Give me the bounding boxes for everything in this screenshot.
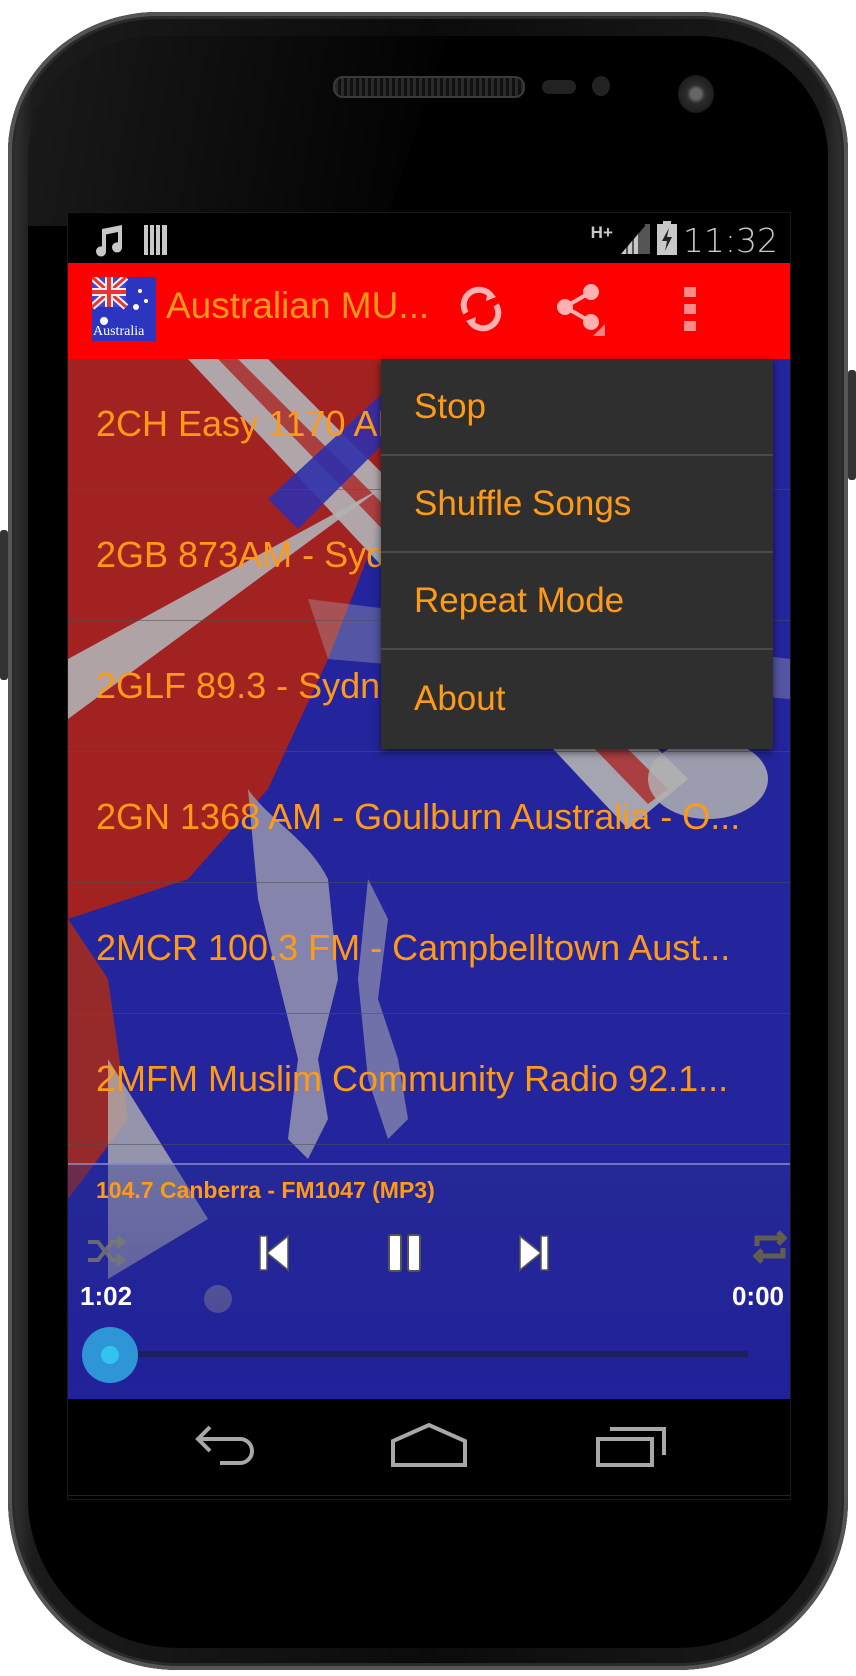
proximity-sensor bbox=[542, 80, 576, 94]
refresh-button[interactable] bbox=[451, 281, 511, 341]
station-item[interactable]: 2MFM Muslim Community Radio 92.1... bbox=[68, 1014, 790, 1145]
overflow-menu-button[interactable] bbox=[660, 281, 720, 341]
seek-bar-track[interactable] bbox=[138, 1351, 748, 1357]
light-sensor bbox=[592, 76, 610, 96]
music-note-icon bbox=[92, 223, 126, 262]
action-bar: Australia Australian MU... bbox=[68, 263, 790, 359]
previous-button[interactable] bbox=[252, 1233, 296, 1277]
menu-item-about[interactable]: About bbox=[381, 650, 773, 747]
play-pause-button[interactable] bbox=[381, 1231, 429, 1279]
share-button[interactable] bbox=[550, 281, 610, 341]
pause-icon bbox=[387, 1233, 423, 1278]
recent-apps-icon bbox=[596, 1423, 666, 1472]
battery-charging-icon bbox=[656, 221, 677, 260]
front-camera bbox=[678, 75, 714, 113]
menu-item-label: Stop bbox=[414, 386, 486, 426]
station-name: 2MFM Muslim Community Radio 92.1... bbox=[96, 1058, 729, 1099]
volume-button bbox=[0, 530, 8, 680]
barcode-icon bbox=[144, 223, 170, 262]
screen-glare bbox=[28, 36, 448, 226]
shuffle-button[interactable] bbox=[84, 1231, 128, 1275]
repeat-button[interactable] bbox=[750, 1227, 790, 1271]
back-button[interactable] bbox=[181, 1419, 271, 1475]
share-icon bbox=[553, 280, 607, 343]
device-screen: H+ 11:32 Australia Australian MU... 2CH … bbox=[67, 212, 791, 1500]
logo-caption: Australia bbox=[93, 324, 145, 339]
app-logo[interactable]: Australia bbox=[92, 277, 156, 341]
clock: 11:32 bbox=[682, 221, 778, 260]
menu-item-shuffle-songs[interactable]: Shuffle Songs bbox=[381, 456, 773, 553]
repeat-icon bbox=[751, 1229, 789, 1269]
menu-item-label: About bbox=[414, 678, 506, 718]
recent-apps-button[interactable] bbox=[586, 1419, 676, 1475]
more-vert-icon bbox=[683, 286, 697, 336]
back-icon bbox=[194, 1425, 258, 1470]
menu-item-stop[interactable]: Stop bbox=[381, 359, 773, 456]
skip-previous-icon bbox=[258, 1233, 290, 1277]
network-type: H+ bbox=[590, 223, 613, 242]
menu-item-label: Repeat Mode bbox=[414, 580, 625, 620]
earpiece-speaker bbox=[333, 76, 525, 98]
overflow-menu: Stop Shuffle Songs Repeat Mode About bbox=[381, 359, 773, 749]
menu-item-repeat-mode[interactable]: Repeat Mode bbox=[381, 553, 773, 650]
seek-bar-thumb[interactable] bbox=[82, 1327, 138, 1383]
station-name: 2MCR 100.3 FM - Campbelltown Aust... bbox=[96, 927, 731, 968]
refresh-icon bbox=[458, 285, 504, 338]
home-icon bbox=[391, 1422, 467, 1472]
next-button[interactable] bbox=[512, 1233, 556, 1277]
skip-next-icon bbox=[518, 1233, 550, 1277]
home-button[interactable] bbox=[384, 1419, 474, 1475]
status-bar: H+ 11:32 bbox=[68, 213, 790, 263]
signal-icon bbox=[620, 222, 651, 259]
duration-time: 0:00 bbox=[731, 1281, 784, 1311]
now-playing-title: 104.7 Canberra - FM1047 (MP3) bbox=[96, 1177, 435, 1203]
menu-item-label: Shuffle Songs bbox=[414, 483, 632, 523]
station-name: 2GN 1368 AM - Goulburn Australia - O... bbox=[96, 796, 741, 837]
player-panel: 104.7 Canberra - FM1047 (MP3) 1:02 0:00 bbox=[68, 1163, 790, 1401]
navigation-bar bbox=[68, 1399, 790, 1496]
power-button bbox=[848, 370, 856, 480]
elapsed-time: 1:02 bbox=[80, 1281, 133, 1311]
station-item[interactable]: 2MCR 100.3 FM - Campbelltown Aust... bbox=[68, 883, 790, 1014]
station-item[interactable]: 2GN 1368 AM - Goulburn Australia - O... bbox=[68, 752, 790, 883]
shuffle-icon bbox=[86, 1234, 127, 1273]
app-title: Australian MU... bbox=[166, 285, 430, 326]
